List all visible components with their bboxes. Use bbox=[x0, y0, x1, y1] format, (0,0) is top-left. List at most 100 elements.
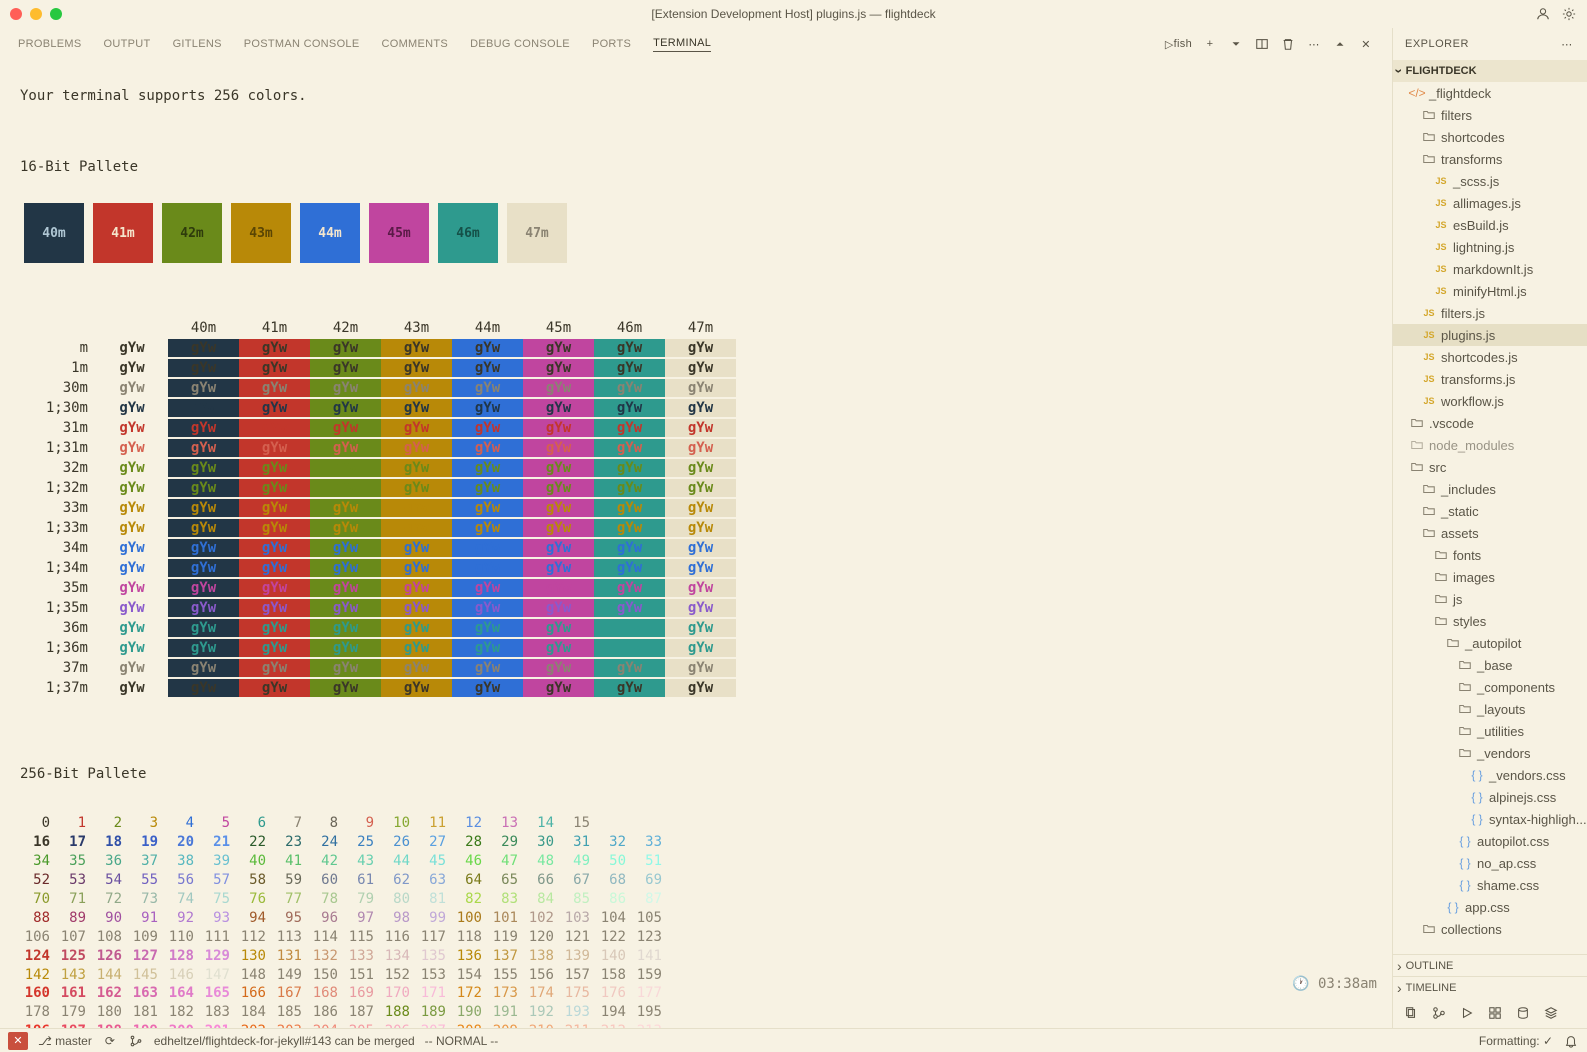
tree-item-label: minifyHtml.js bbox=[1453, 284, 1527, 299]
remote-indicator[interactable]: ✕ bbox=[8, 1032, 28, 1050]
tree-item-transforms[interactable]: transforms bbox=[1393, 148, 1587, 170]
tree-item-src[interactable]: src bbox=[1393, 456, 1587, 478]
explorer-more-icon[interactable]: ⋯ bbox=[1559, 36, 1575, 52]
sb-pr[interactable]: edheltzel/flightdeck-for-jekyll#143 can … bbox=[154, 1034, 415, 1048]
tree-item-alpinejs-css[interactable]: { }alpinejs.css bbox=[1393, 786, 1587, 808]
tree-item-no-ap-css[interactable]: { }no_ap.css bbox=[1393, 852, 1587, 874]
source-control-icon[interactable] bbox=[1431, 1005, 1447, 1021]
run-debug-icon[interactable] bbox=[1459, 1005, 1475, 1021]
tree-item-esbuild-js[interactable]: JSesBuild.js bbox=[1393, 214, 1587, 236]
database-icon[interactable] bbox=[1515, 1005, 1531, 1021]
js-file-icon: JS bbox=[1433, 264, 1449, 274]
tree-item-minifyhtml-js[interactable]: JSminifyHtml.js bbox=[1393, 280, 1587, 302]
tree-item--base[interactable]: _base bbox=[1393, 654, 1587, 676]
tree-item--scss-js[interactable]: JS_scss.js bbox=[1393, 170, 1587, 192]
tree-item--vscode[interactable]: .vscode bbox=[1393, 412, 1587, 434]
terminal-dropdown-icon[interactable] bbox=[1228, 36, 1244, 52]
panel-tab-problems[interactable]: PROBLEMS bbox=[18, 38, 82, 50]
tree-item-filters[interactable]: filters bbox=[1393, 104, 1587, 126]
titlebar: [Extension Development Host] plugins.js … bbox=[0, 0, 1587, 28]
sb-branch[interactable]: ⎇ master bbox=[38, 1034, 92, 1048]
maximize-panel-icon[interactable] bbox=[1332, 36, 1348, 52]
sb-formatting[interactable]: Formatting: ✓ bbox=[1479, 1034, 1553, 1048]
section-outline[interactable]: OUTLINE bbox=[1393, 954, 1587, 976]
git-tree-icon[interactable] bbox=[128, 1033, 144, 1049]
tree-item-shortcodes[interactable]: shortcodes bbox=[1393, 126, 1587, 148]
tree-item-workflow-js[interactable]: JSworkflow.js bbox=[1393, 390, 1587, 412]
js-file-icon: JS bbox=[1421, 374, 1437, 384]
tree-item-label: shortcodes.js bbox=[1441, 350, 1518, 365]
tree-item-lightning-js[interactable]: JSlightning.js bbox=[1393, 236, 1587, 258]
close-window-button[interactable] bbox=[10, 8, 22, 20]
tree-item-plugins-js[interactable]: JSplugins.js bbox=[1393, 324, 1587, 346]
panel-tab-comments[interactable]: COMMENTS bbox=[381, 38, 448, 50]
folder-icon bbox=[1457, 658, 1473, 672]
kill-terminal-icon[interactable] bbox=[1280, 36, 1296, 52]
folder-icon bbox=[1409, 416, 1425, 430]
tree-item--utilities[interactable]: _utilities bbox=[1393, 720, 1587, 742]
tree-item-label: _vendors.css bbox=[1489, 768, 1566, 783]
tree-item--autopilot[interactable]: _autopilot bbox=[1393, 632, 1587, 654]
tree-item--components[interactable]: _components bbox=[1393, 676, 1587, 698]
tree-item-styles[interactable]: styles bbox=[1393, 610, 1587, 632]
color-row-1;37m: 1;37mgYwgYwgYwgYwgYwgYwgYwgYwgYw bbox=[20, 678, 1372, 698]
maximize-window-button[interactable] bbox=[50, 8, 62, 20]
panel-tab-terminal[interactable]: TERMINAL bbox=[653, 37, 711, 52]
folder-icon bbox=[1421, 130, 1437, 144]
css-file-icon: { } bbox=[1457, 856, 1473, 870]
tree-item-assets[interactable]: assets bbox=[1393, 522, 1587, 544]
tree-item-filters-js[interactable]: JSfilters.js bbox=[1393, 302, 1587, 324]
swatch-44m: 44m bbox=[300, 203, 360, 263]
color-row-33m: 33mgYwgYwgYwgYwgYwgYwgYwgYwgYw bbox=[20, 498, 1372, 518]
tree-item-label: _utilities bbox=[1477, 724, 1524, 739]
tree-item-transforms-js[interactable]: JStransforms.js bbox=[1393, 368, 1587, 390]
close-panel-icon[interactable]: ✕ bbox=[1358, 36, 1374, 52]
tree-item-fonts[interactable]: fonts bbox=[1393, 544, 1587, 566]
bell-icon[interactable] bbox=[1563, 1033, 1579, 1049]
section-timeline[interactable]: TIMELINE bbox=[1393, 976, 1587, 998]
minimize-window-button[interactable] bbox=[30, 8, 42, 20]
terminal-profile-icon[interactable]: ▷ fish bbox=[1165, 36, 1192, 52]
panel-tab-ports[interactable]: PORTS bbox=[592, 38, 631, 50]
tree-item--includes[interactable]: _includes bbox=[1393, 478, 1587, 500]
tree-item-shame-css[interactable]: { }shame.css bbox=[1393, 874, 1587, 896]
terminal-output[interactable]: Your terminal supports 256 colors. 16-Bi… bbox=[0, 60, 1392, 1028]
panel-tab-output[interactable]: OUTPUT bbox=[104, 38, 151, 50]
tree-item-label: node_modules bbox=[1429, 438, 1514, 453]
more-actions-icon[interactable]: ⋯ bbox=[1306, 36, 1322, 52]
tree-item-node-modules[interactable]: node_modules bbox=[1393, 434, 1587, 456]
folder-icon bbox=[1433, 548, 1449, 562]
explorer-icon[interactable] bbox=[1403, 1005, 1419, 1021]
tree-item-allimages-js[interactable]: JSallimages.js bbox=[1393, 192, 1587, 214]
tree-item-syntax-highligh---[interactable]: { }syntax-highligh... bbox=[1393, 808, 1587, 830]
folder-icon bbox=[1421, 526, 1437, 540]
tree-item-label: _autopilot bbox=[1465, 636, 1521, 651]
panel-tab-postman-console[interactable]: POSTMAN CONSOLE bbox=[244, 38, 360, 50]
new-terminal-button[interactable]: + bbox=[1202, 36, 1218, 52]
tree-item-images[interactable]: images bbox=[1393, 566, 1587, 588]
tree-item-shortcodes-js[interactable]: JSshortcodes.js bbox=[1393, 346, 1587, 368]
tree-item-label: lightning.js bbox=[1453, 240, 1514, 255]
tree-item-autopilot-css[interactable]: { }autopilot.css bbox=[1393, 830, 1587, 852]
extensions-icon[interactable] bbox=[1487, 1005, 1503, 1021]
tree-item--static[interactable]: _static bbox=[1393, 500, 1587, 522]
account-icon[interactable] bbox=[1535, 6, 1551, 22]
tree-item--vendors-css[interactable]: { }_vendors.css bbox=[1393, 764, 1587, 786]
tree-item-app-css[interactable]: { }app.css bbox=[1393, 896, 1587, 918]
tree-item-label: shortcodes bbox=[1441, 130, 1505, 145]
tree-item--layouts[interactable]: _layouts bbox=[1393, 698, 1587, 720]
tree-item-collections[interactable]: collections bbox=[1393, 918, 1587, 940]
sync-icon[interactable]: ⟳ bbox=[102, 1033, 118, 1049]
tree-item--flightdeck[interactable]: </>_flightdeck bbox=[1393, 82, 1587, 104]
layers-icon[interactable] bbox=[1543, 1005, 1559, 1021]
panel-tab-debug-console[interactable]: DEBUG CONSOLE bbox=[470, 38, 570, 50]
tree-item-markdownit-js[interactable]: JSmarkdownIt.js bbox=[1393, 258, 1587, 280]
tree-item-js[interactable]: js bbox=[1393, 588, 1587, 610]
gear-icon[interactable] bbox=[1561, 6, 1577, 22]
panel-tab-gitlens[interactable]: GITLENS bbox=[173, 38, 222, 50]
project-header[interactable]: FLIGHTDECK bbox=[1393, 60, 1587, 82]
tree-item--vendors[interactable]: _vendors bbox=[1393, 742, 1587, 764]
split-terminal-icon[interactable] bbox=[1254, 36, 1270, 52]
tree-item-label: workflow.js bbox=[1441, 394, 1504, 409]
tree-item-label: syntax-highligh... bbox=[1489, 812, 1587, 827]
